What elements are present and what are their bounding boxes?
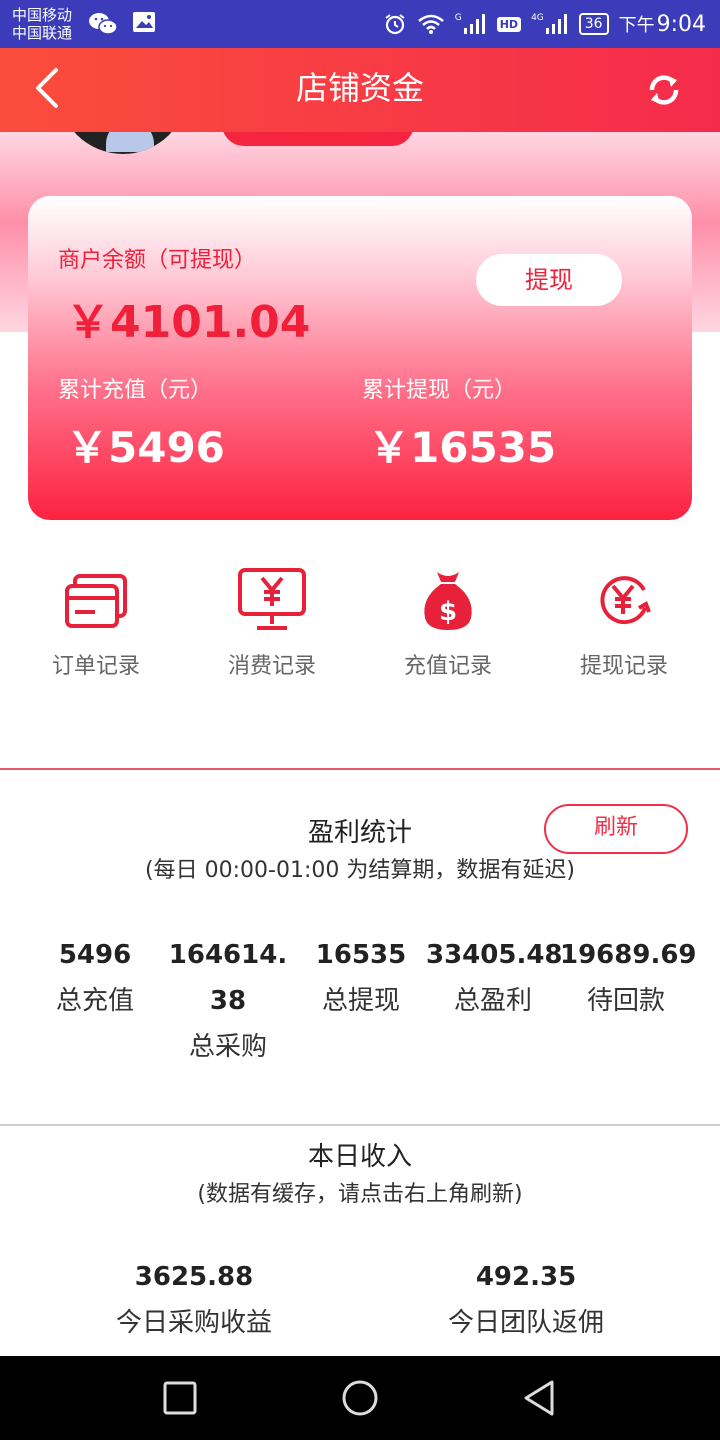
carrier-2: 中国联通 (12, 24, 73, 42)
stat-value: 164614.38 (168, 940, 288, 1016)
clock-time: 9:04 (656, 12, 706, 37)
stat-total-profit: 33405.48 总盈利 (426, 938, 563, 1018)
app-header: 店铺资金 (0, 48, 720, 132)
recharge-records-link[interactable]: $ 充值记录 (360, 560, 536, 682)
stat-total-purchase: 164614.38 总采购 (162, 932, 294, 1070)
wechat-icon (89, 13, 118, 35)
today-income-subtitle: (数据有缓存，请点击右上角刷新) (197, 1182, 523, 1207)
signal-2: 4G (531, 13, 569, 35)
profit-stats-subtitle: (每日 00:00-01:00 为结算期，数据有延迟) (145, 858, 575, 883)
total-withdrawn-value: ￥16535 (368, 423, 557, 472)
stat-total-withdraw: 16535 总提现 (296, 938, 426, 1018)
stat-label: 总盈利 (453, 986, 532, 1016)
stat-value: 33405.48 (426, 940, 563, 970)
system-nav-bar (0, 1356, 720, 1440)
recent-apps-button[interactable] (160, 1378, 200, 1418)
stat-value: 3625.88 (134, 1262, 254, 1292)
status-bar: 中国移动 中国联通 G HD 4G 36 下午 9:04 (0, 0, 720, 48)
withdraw-records-label: 提现记录 (579, 654, 668, 679)
recharge-records-label: 充值记录 (403, 654, 492, 679)
today-income-title: 本日收入 (307, 1142, 412, 1172)
stat-label: 总充值 (55, 986, 134, 1016)
stat-value: 492.35 (475, 1262, 577, 1292)
back-nav-button[interactable] (520, 1378, 560, 1418)
stat-label: 今日团队返佣 (447, 1308, 604, 1338)
stat-label: 待回款 (586, 986, 665, 1016)
total-withdrawn-label: 累计提现（元） (362, 378, 517, 403)
wifi-icon (417, 14, 444, 34)
total-recharge-value: ￥5496 (66, 423, 225, 472)
section-divider (0, 1124, 720, 1126)
store-funds-page: 中国移动 中国联通 G HD 4G 36 下午 9:04 店铺资金 商户余额（可… (0, 0, 720, 1440)
order-records-label: 订单记录 (51, 654, 140, 679)
svg-text:$: $ (439, 597, 457, 627)
section-divider (0, 768, 720, 770)
consumption-records-link[interactable]: 消费记录 (184, 560, 360, 682)
stat-value: 5496 (58, 940, 132, 970)
stat-pending-return: 19689.69 待回款 (560, 938, 697, 1018)
signal-bars-icon (545, 14, 567, 34)
stat-total-recharge: 5496 总充值 (30, 938, 160, 1018)
gallery-icon (133, 12, 155, 32)
clock: 下午 9:04 (619, 11, 706, 37)
home-button[interactable] (340, 1378, 380, 1418)
refresh-icon[interactable] (646, 72, 682, 108)
card-icon (65, 574, 127, 628)
balance-card: 商户余额（可提现） ￥4101.04 提现 累计充值（元） ￥5496 累计提现… (28, 196, 692, 520)
clock-ampm: 下午 (618, 15, 655, 36)
stat-label: 今日采购收益 (115, 1308, 272, 1338)
quick-links: 订单记录 消费记录 $ 充值记录 提现记录 (0, 560, 720, 700)
yen-refresh-icon (600, 576, 651, 625)
page-title: 店铺资金 (295, 69, 424, 107)
order-records-link[interactable]: 订单记录 (8, 560, 184, 682)
stat-today-team-commission: 492.35 今日团队返佣 (426, 1260, 626, 1340)
hd-badge: HD (496, 16, 522, 32)
signal-bars-icon (463, 14, 485, 34)
withdraw-records-link[interactable]: 提现记录 (536, 560, 712, 682)
status-right: G HD 4G 36 下午 9:04 (383, 8, 706, 40)
carrier-1: 中国移动 (12, 6, 73, 24)
stat-value: 19689.69 (560, 940, 697, 970)
total-recharge-label: 累计充值（元） (58, 378, 213, 403)
stat-label: 总提现 (321, 986, 400, 1016)
stat-value: 16535 (315, 940, 407, 970)
stat-label: 总采购 (188, 1032, 267, 1062)
stat-today-purchase-income: 3625.88 今日采购收益 (94, 1260, 294, 1340)
withdraw-button[interactable]: 提现 (476, 254, 622, 306)
money-bag-icon: $ (424, 572, 472, 630)
merchant-balance-value: ￥4101.04 (66, 297, 311, 348)
battery-indicator: 36 (578, 13, 609, 35)
refresh-button[interactable]: 刷新 (544, 804, 688, 854)
signal-1: G (455, 13, 487, 35)
carrier-info: 中国移动 中国联通 (12, 6, 72, 42)
monitor-yen-icon (238, 568, 306, 630)
consumption-records-label: 消费记录 (227, 654, 316, 679)
merchant-balance-label: 商户余额（可提现） (58, 248, 257, 273)
alarm-icon (385, 14, 405, 35)
